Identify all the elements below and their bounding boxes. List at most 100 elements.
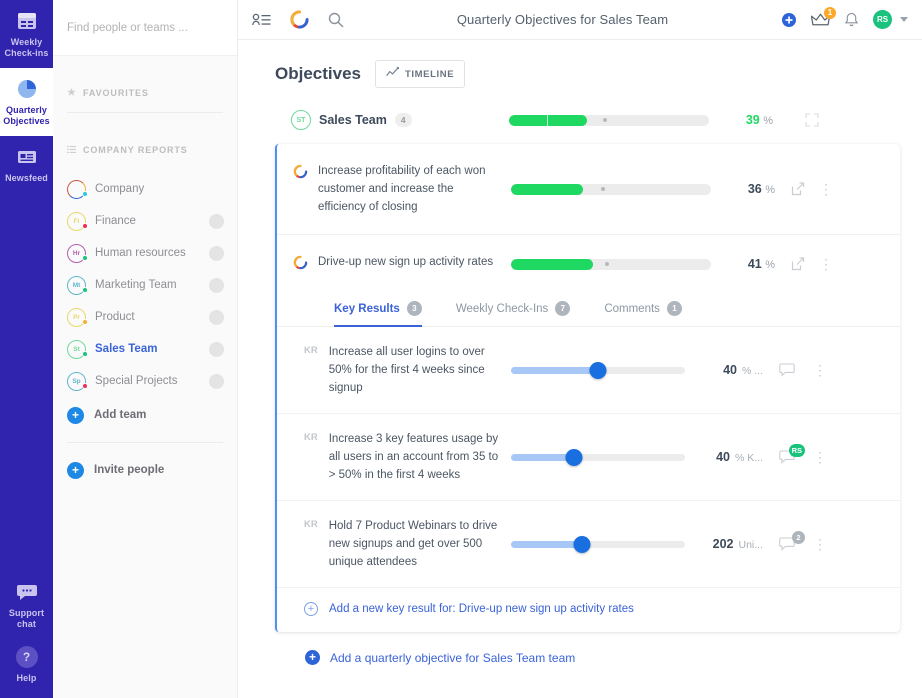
key-result-value: 202 Uni... [685, 537, 763, 551]
open-external-icon[interactable] [791, 182, 805, 196]
rail-item-label: Weekly Check-ins [4, 37, 49, 58]
tab-weekly-check-ins[interactable]: Weekly Check-Ins 7 [455, 293, 571, 327]
team-avatar-icon [67, 179, 88, 199]
crown-icon[interactable]: 1 [811, 6, 836, 28]
panel-divider [67, 112, 223, 113]
company-reports-section-header: COMPANY REPORTS [53, 135, 237, 165]
key-result-number: 202 [712, 537, 734, 551]
team-toggle[interactable] [209, 341, 224, 357]
chevron-down-icon [900, 17, 908, 22]
key-result-value: 40 % K... [685, 450, 763, 464]
sidebar-item-marketing-team[interactable]: Mt Marketing Team [53, 269, 237, 301]
key-result-left[interactable]: KR Increase all user logins to over 50% f… [304, 343, 511, 397]
sidebar-item-product[interactable]: Pr Product [53, 301, 237, 333]
bell-icon[interactable] [844, 12, 859, 28]
key-result-actions: 2 ⋮ [779, 531, 827, 552]
progress-fill [511, 258, 593, 270]
invite-people-button[interactable]: + Invite people [53, 452, 237, 488]
people-list-icon[interactable] [252, 13, 271, 27]
add-key-result-button[interactable]: + Add a new key result for: Drive-up new… [277, 587, 900, 632]
rail-item-help[interactable]: ? Help [0, 638, 53, 692]
kebab-menu-icon[interactable]: ⋮ [819, 257, 833, 271]
comment-bubble-icon[interactable]: RS [779, 444, 805, 465]
tab-count: 7 [555, 301, 571, 316]
rail-item-support-chat[interactable]: Support chat [0, 573, 53, 638]
rail-item-quarterly-objectives[interactable]: Quarterly Objectives [0, 68, 53, 136]
search-input[interactable] [67, 21, 223, 34]
timeline-button[interactable]: TIMELINE [375, 60, 466, 88]
key-result-number: 40 [716, 450, 730, 464]
sidebar-item-label: Special Projects [95, 375, 178, 387]
search-icon[interactable] [328, 12, 344, 28]
slider-fill [511, 366, 598, 374]
team-toggle[interactable] [209, 373, 224, 389]
list-icon [67, 145, 76, 156]
key-result-row: KR Hold 7 Product Webinars to drive new s… [277, 500, 900, 587]
key-result-left[interactable]: KR Hold 7 Product Webinars to drive new s… [304, 517, 511, 571]
sidebar-item-finance[interactable]: Fi Finance [53, 205, 237, 237]
team-summary-badge[interactable]: ST Sales Team 4 [291, 110, 509, 130]
key-result-value: 40 % ... [685, 363, 763, 377]
team-list: Company Fi Finance Hr Human resources Mt Marke… [53, 165, 237, 397]
slider-knob[interactable] [589, 361, 607, 379]
team-progress-bar [509, 114, 709, 126]
objective-left[interactable]: Increase profitability of each won custo… [293, 162, 511, 216]
open-external-icon[interactable] [791, 257, 805, 271]
comment-bubble-icon[interactable] [779, 362, 799, 378]
favourites-section-header: FAVOURITES [53, 78, 237, 108]
rail-item-label: Support chat [8, 608, 45, 629]
sidebar-item-sales-team[interactable]: St Sales Team [53, 333, 237, 365]
tab-label: Weekly Check-Ins [455, 302, 549, 315]
team-toggle[interactable] [209, 309, 224, 325]
progress-fill [509, 114, 587, 126]
timeline-button-label: TIMELINE [405, 68, 455, 80]
add-objective-button[interactable]: + Add a quarterly objective for Sales Te… [275, 632, 900, 665]
sidebar-item-human-resources[interactable]: Hr Human resources [53, 237, 237, 269]
objective-percent-unit: % [765, 184, 775, 196]
tab-comments[interactable]: Comments 1 [604, 293, 682, 327]
objective-left[interactable]: Drive-up new sign up activity rates [293, 253, 511, 275]
kebab-menu-icon[interactable]: ⋮ [813, 363, 827, 377]
tab-label: Comments [604, 302, 660, 315]
kebab-menu-icon[interactable]: ⋮ [813, 537, 827, 551]
page-title: Objectives [275, 64, 361, 83]
rail-item-weekly-check-ins[interactable]: Weekly Check-ins [0, 0, 53, 68]
sidebar-item-label: Marketing Team [95, 279, 177, 291]
kebab-menu-icon[interactable]: ⋮ [819, 182, 833, 196]
team-toggle[interactable] [209, 213, 224, 229]
team-avatar-icon: St [67, 339, 88, 359]
slider-knob[interactable] [565, 448, 583, 466]
sidebar-item-label: Product [95, 311, 135, 323]
star-icon [67, 87, 76, 99]
key-result-slider[interactable] [511, 361, 685, 379]
slider-knob[interactable] [573, 535, 591, 553]
progress-marker [605, 262, 609, 266]
team-objective-count: 4 [394, 113, 412, 127]
user-menu[interactable]: RS [873, 10, 908, 29]
app-logo-icon[interactable] [290, 10, 309, 29]
objective-title: Drive-up new sign up activity rates [318, 256, 494, 268]
comment-bubble-icon[interactable]: 2 [779, 531, 805, 552]
team-percent-value: 39 [745, 113, 760, 127]
main-area: Quarterly Objectives for Sales Team 1 RS [238, 0, 922, 698]
add-circle-icon[interactable] [781, 12, 797, 28]
add-team-button[interactable]: + Add team [53, 397, 237, 433]
panel-search[interactable] [53, 0, 237, 56]
progress-marker [601, 187, 605, 191]
collapse-icon[interactable] [805, 113, 819, 127]
key-result-slider[interactable] [511, 448, 685, 466]
panel-divider-2 [67, 442, 223, 443]
upgrade-badge: 1 [824, 6, 836, 19]
team-toggle[interactable] [209, 245, 224, 261]
tab-key-results[interactable]: Key Results 3 [334, 293, 422, 327]
progress-fill [511, 183, 583, 195]
page-header: Objectives TIMELINE [275, 40, 900, 88]
sidebar-item-company[interactable]: Company [53, 173, 237, 205]
rail-item-newsfeed[interactable]: Newsfeed [0, 136, 53, 193]
sidebar-item-special-projects[interactable]: Sp Special Projects [53, 365, 237, 397]
kebab-menu-icon[interactable]: ⋮ [813, 450, 827, 464]
key-result-slider[interactable] [511, 535, 685, 553]
key-result-left[interactable]: KR Increase 3 key features usage by all u… [304, 430, 511, 484]
content-inner: Objectives TIMELINE ST Sales Team 4 39 %… [238, 40, 922, 665]
team-toggle[interactable] [209, 277, 224, 293]
